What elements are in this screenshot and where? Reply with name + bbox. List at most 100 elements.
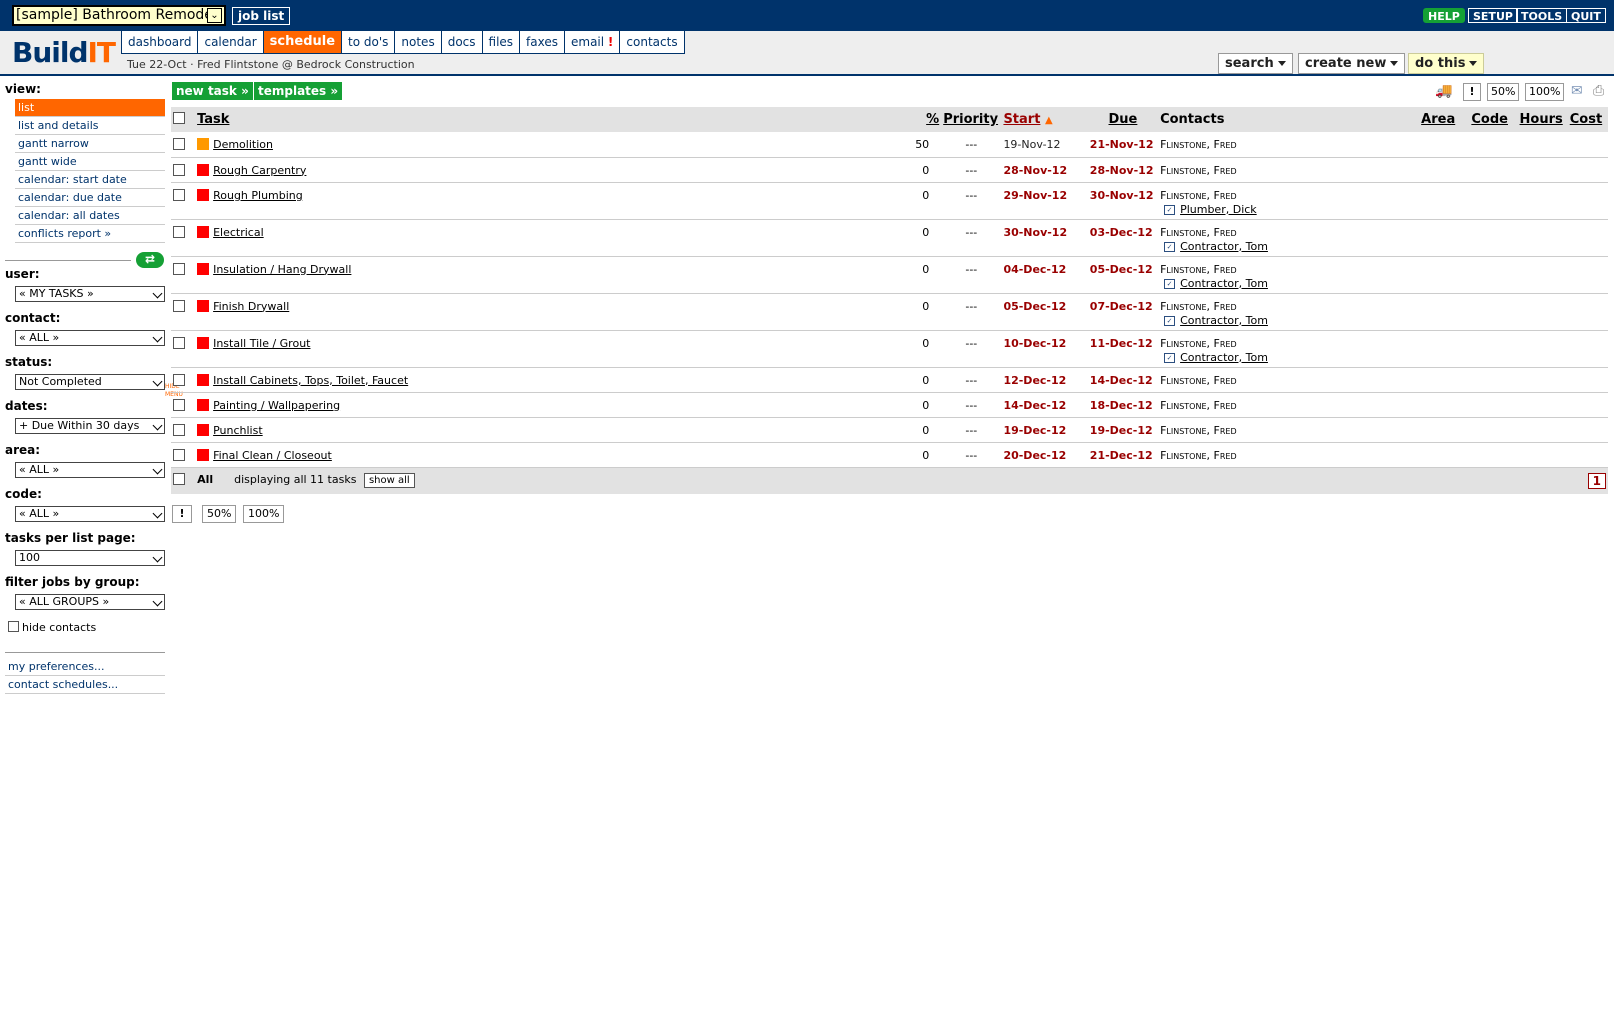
view-item-list-and-details[interactable]: list and details <box>15 117 165 135</box>
my-preferences-link[interactable]: my preferences... <box>5 659 165 676</box>
dates-select[interactable]: + Due Within 30 days <box>15 418 165 434</box>
task-contact: Flinstone, Fred <box>1160 448 1237 462</box>
view-item-gantt-wide[interactable]: gantt wide <box>15 153 165 171</box>
row-checkbox[interactable] <box>173 188 185 201</box>
row-checkbox[interactable] <box>173 262 185 275</box>
col-priority[interactable]: Priority <box>941 107 1002 132</box>
view-item-calendar-due[interactable]: calendar: due date <box>15 189 165 207</box>
tab-email[interactable]: email ! <box>565 31 621 54</box>
tab-files[interactable]: files <box>482 31 521 54</box>
tab-calendar[interactable]: calendar <box>198 31 264 54</box>
row-checkbox[interactable] <box>173 138 185 150</box>
view-item-calendar-start[interactable]: calendar: start date <box>15 171 165 189</box>
view-item-list[interactable]: list <box>15 99 165 117</box>
contact-select[interactable]: « ALL » <box>15 330 165 346</box>
zoom-50-button[interactable]: 50% <box>1487 83 1520 101</box>
select-all-checkbox[interactable] <box>173 111 185 124</box>
col-hours[interactable]: Hours <box>1517 107 1568 132</box>
tasks-per-page-select[interactable]: 100 <box>15 550 165 566</box>
sub-contact-link[interactable]: ✓ Plumber, Dick <box>1160 203 1417 216</box>
priority-filter-button[interactable]: ! <box>1463 83 1481 101</box>
tab-todos[interactable]: to do's <box>342 31 396 54</box>
task-name-link[interactable]: Rough Plumbing <box>213 189 303 202</box>
page-number-button[interactable]: 1 <box>1587 472 1606 489</box>
code-select[interactable]: « ALL » <box>15 506 165 522</box>
sub-contact-link[interactable]: ✓ Contractor, Tom <box>1160 351 1417 364</box>
task-name-link[interactable]: Install Cabinets, Tops, Toilet, Faucet <box>213 374 408 387</box>
col-pct[interactable]: % <box>913 107 942 132</box>
task-name-link[interactable]: Painting / Wallpapering <box>213 399 340 412</box>
task-name-link[interactable]: Rough Carpentry <box>213 164 306 177</box>
bottom-zoom-100-button[interactable]: 100% <box>243 505 285 523</box>
area-select[interactable]: « ALL » <box>15 462 165 478</box>
tab-contacts[interactable]: contacts <box>620 31 685 54</box>
user-select[interactable]: « MY TASKS » <box>15 286 165 302</box>
view-item-calendar-all[interactable]: calendar: all dates <box>15 207 165 225</box>
tab-schedule[interactable]: schedule <box>263 31 343 54</box>
col-code[interactable]: Code <box>1469 107 1518 132</box>
task-contact: Flinstone, Fred <box>1160 262 1237 276</box>
row-checkbox[interactable] <box>173 225 185 238</box>
print-icon[interactable]: ⎙ <box>1590 83 1608 101</box>
sub-contact-link[interactable]: ✓ Contractor, Tom <box>1160 314 1417 327</box>
view-item-conflicts-report[interactable]: conflicts report » <box>15 225 165 243</box>
bottom-zoom-50-button[interactable]: 50% <box>202 505 237 523</box>
tab-faxes[interactable]: faxes <box>520 31 565 54</box>
show-all-button[interactable]: show all <box>363 473 415 489</box>
task-hours <box>1517 442 1568 468</box>
job-list-button[interactable]: job list <box>232 7 291 25</box>
filter-group-select[interactable]: « ALL GROUPS » <box>15 594 165 610</box>
col-start[interactable]: Start ▲ <box>1001 107 1088 132</box>
search-button[interactable]: search <box>1218 53 1293 74</box>
tab-docs[interactable]: docs <box>441 31 483 54</box>
task-pct: 0 <box>913 330 942 368</box>
task-name-link[interactable]: Electrical <box>213 226 264 239</box>
col-due[interactable]: Due <box>1087 107 1159 132</box>
task-name-link[interactable]: Finish Drywall <box>213 300 289 313</box>
task-name-link[interactable]: Install Tile / Grout <box>213 337 310 350</box>
new-task-button[interactable]: new task » <box>172 82 253 100</box>
job-select[interactable]: [sample] Bathroom Remodel ⌄ <box>12 5 226 26</box>
zoom-100-button[interactable]: 100% <box>1525 83 1565 101</box>
do-this-button[interactable]: do this <box>1408 53 1485 74</box>
logo[interactable]: BuildIT <box>12 36 116 69</box>
hide-contacts-checkbox[interactable] <box>8 621 19 632</box>
refresh-icon[interactable]: ⇄ <box>136 252 164 268</box>
templates-button[interactable]: templates » <box>254 82 343 100</box>
tab-dashboard[interactable]: dashboard <box>122 31 199 54</box>
task-name-cell: Painting / Wallpapering <box>195 392 914 418</box>
search-button-label: search <box>1225 56 1274 71</box>
mail-icon[interactable]: ✉ <box>1568 83 1586 101</box>
row-checkbox[interactable] <box>173 336 185 349</box>
row-checkbox[interactable] <box>173 163 185 176</box>
row-checkbox[interactable] <box>173 299 185 312</box>
task-name-link[interactable]: Punchlist <box>213 424 263 437</box>
col-cost[interactable]: Cost <box>1567 107 1608 132</box>
hide-contacts-toggle[interactable]: hide contacts <box>8 621 96 634</box>
quit-button[interactable]: QUIT <box>1566 8 1606 23</box>
setup-button[interactable]: SETUP <box>1468 8 1518 23</box>
col-task[interactable]: Task <box>195 107 914 132</box>
row-checkbox[interactable] <box>173 398 185 411</box>
tools-button[interactable]: TOOLS <box>1516 8 1568 23</box>
create-new-button[interactable]: create new <box>1298 53 1406 74</box>
bottom-priority-button[interactable]: ! <box>172 505 192 523</box>
select-all-footer-checkbox[interactable] <box>173 473 185 486</box>
row-checkbox[interactable] <box>173 373 185 386</box>
col-area[interactable]: Area <box>1419 107 1470 132</box>
truck-icon[interactable]: 🚚 <box>1432 83 1456 101</box>
tab-notes[interactable]: notes <box>395 31 442 54</box>
row-checkbox[interactable] <box>173 448 185 461</box>
row-checkbox[interactable] <box>173 423 185 436</box>
task-name-link[interactable]: Insulation / Hang Drywall <box>213 263 351 276</box>
status-select[interactable]: Not Completed <box>15 374 165 390</box>
view-item-gantt-narrow[interactable]: gantt narrow <box>15 135 165 153</box>
task-priority: --- <box>941 293 1002 331</box>
task-name-link[interactable]: Final Clean / Closeout <box>213 449 332 462</box>
task-name-link[interactable]: Demolition <box>213 138 273 151</box>
contact-schedules-link[interactable]: contact schedules... <box>5 677 165 694</box>
sub-contact-link[interactable]: ✓ Contractor, Tom <box>1160 277 1417 290</box>
filter-group-value: « ALL GROUPS » <box>19 595 110 608</box>
sub-contact-link[interactable]: ✓ Contractor, Tom <box>1160 240 1417 253</box>
help-button[interactable]: HELP <box>1423 8 1465 23</box>
